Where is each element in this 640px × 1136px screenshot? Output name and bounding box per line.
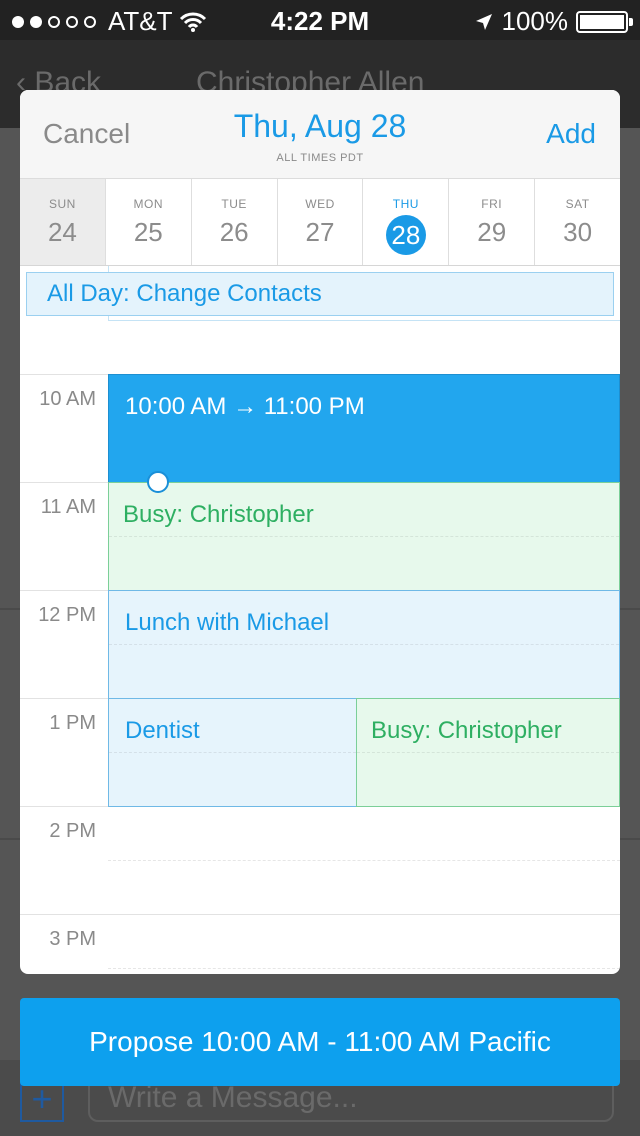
- event-busy-christopher[interactable]: Busy: Christopher: [108, 482, 620, 591]
- selected-slot-label: 10:00 AM → 11:00 PM: [125, 393, 365, 420]
- week-strip: SUN 24 MON 25 TUE 26 WED 27 THU 28 FRI 2…: [20, 178, 620, 266]
- event-title: Lunch with Michael: [125, 609, 330, 636]
- modal-header: Cancel Thu, Aug 28 ALL TIMES PDT Add: [20, 90, 620, 178]
- resize-handle[interactable]: [147, 471, 169, 493]
- day-date-today: 28: [385, 215, 426, 255]
- day-name: SAT: [565, 197, 590, 211]
- day-date: 27: [305, 217, 335, 247]
- event-dentist[interactable]: Dentist: [108, 698, 357, 807]
- propose-button[interactable]: Propose 10:00 AM - 11:00 AM Pacific: [20, 998, 620, 1086]
- day-name: WED: [305, 197, 335, 211]
- time-label: 10 AM: [39, 388, 96, 410]
- day-sun[interactable]: SUN 24: [20, 179, 106, 265]
- time-label: 1 PM: [49, 712, 96, 734]
- day-timeline: 10 AM 11 AM 12 PM 1 PM 2 PM 3 PM 10:00 A…: [20, 266, 620, 974]
- day-sat[interactable]: SAT 30: [535, 179, 620, 265]
- selected-time-slot[interactable]: 10:00 AM → 11:00 PM: [108, 374, 620, 483]
- day-date: 25: [133, 217, 163, 247]
- day-name: THU: [392, 197, 419, 211]
- day-name: SUN: [49, 197, 76, 211]
- day-date: 26: [219, 217, 249, 247]
- event-title: Busy: Christopher: [371, 717, 562, 744]
- event-title: Dentist: [125, 717, 200, 744]
- status-right: 100%: [474, 6, 633, 37]
- schedule-modal: Cancel Thu, Aug 28 ALL TIMES PDT Add SUN…: [20, 90, 620, 974]
- day-tue[interactable]: TUE 26: [191, 179, 278, 265]
- add-button[interactable]: Add: [546, 118, 596, 150]
- timezone-note: ALL TIMES PDT: [276, 152, 364, 164]
- all-day-event[interactable]: All Day: Change Contacts: [26, 272, 614, 316]
- battery-percent: 100%: [501, 6, 569, 36]
- event-title: Busy: Christopher: [123, 501, 314, 528]
- day-date: 29: [477, 217, 507, 247]
- time-label: 12 PM: [38, 604, 96, 626]
- status-bar: AT&T 4:22 PM 100%: [0, 0, 640, 40]
- event-busy-christopher-2[interactable]: Busy: Christopher: [356, 698, 620, 807]
- day-mon[interactable]: MON 25: [105, 179, 192, 265]
- half-hour-line: [108, 860, 620, 861]
- battery-icon: [576, 10, 633, 33]
- location-arrow-icon: [475, 13, 492, 30]
- day-wed[interactable]: WED 27: [277, 179, 364, 265]
- day-fri[interactable]: FRI 29: [449, 179, 536, 265]
- time-label: 2 PM: [49, 820, 96, 842]
- hour-line-3: [20, 914, 620, 915]
- time-label: 11 AM: [40, 496, 96, 518]
- all-day-bottom-line: [108, 320, 620, 321]
- date-title: Thu, Aug 28: [233, 108, 407, 144]
- day-name: FRI: [481, 197, 503, 211]
- day-thu[interactable]: THU 28: [363, 179, 450, 265]
- day-name: TUE: [221, 197, 247, 211]
- day-date: 30: [563, 217, 593, 247]
- event-lunch-with-michael[interactable]: Lunch with Michael: [108, 590, 620, 699]
- day-date: 24: [47, 217, 77, 247]
- day-name: MON: [133, 197, 164, 211]
- time-label: 3 PM: [49, 928, 96, 950]
- half-hour-line: [108, 968, 620, 969]
